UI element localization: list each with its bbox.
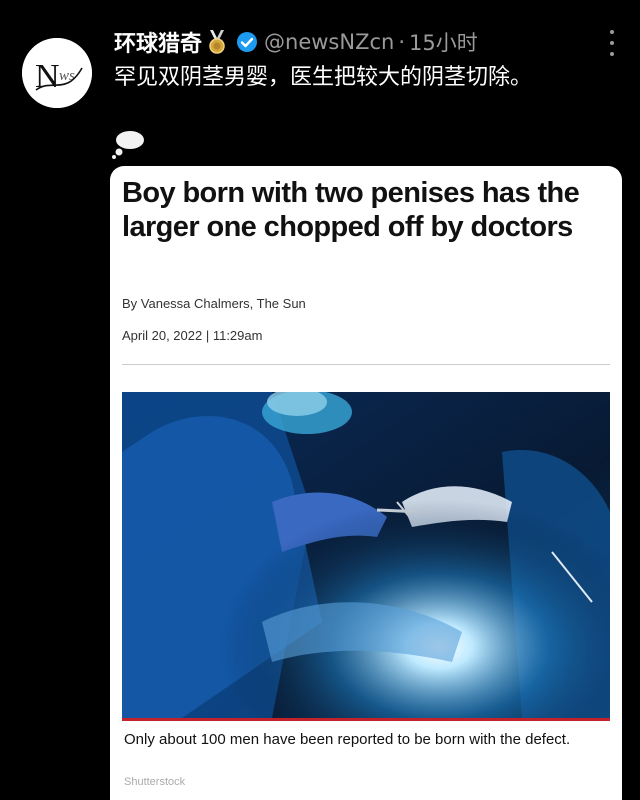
verified-icon [236,31,258,53]
timestamp[interactable]: 15小时 [409,27,478,57]
article-card[interactable]: Boy born with two penises has the larger… [110,166,622,800]
display-name[interactable]: 环球猎奇 [114,26,202,58]
avatar-letters: N [35,58,60,95]
divider [122,364,610,365]
medal-icon [206,29,228,55]
photo-accent-bar [122,718,610,721]
avatar-subletters: ws [59,68,75,84]
thought-bubble-icon [112,131,144,159]
photo-credit: Shutterstock [124,776,186,788]
photo-caption: Only about 100 men have been reported to… [124,731,571,748]
more-vertical-icon[interactable] [608,30,616,56]
article-byline: By Vanessa Chalmers, The Sun [122,296,306,311]
article-dateline: April 20, 2022 | 11:29am [122,328,263,343]
surgery-photo [122,392,610,718]
tweet-text: 罕见双阴茎男婴，医生把较大的阴茎切除。 [114,65,533,90]
tweet-header: 环球猎奇 @newsNZcn · 15小时 [114,26,620,58]
separator-dot: · [398,30,405,54]
user-handle[interactable]: @newsNZcn [264,30,394,54]
article-headline: Boy born with two penises has the larger… [122,177,580,243]
avatar[interactable]: N ws [22,38,92,108]
news-logo-icon: N ws [22,38,92,108]
article-photo [122,392,610,718]
